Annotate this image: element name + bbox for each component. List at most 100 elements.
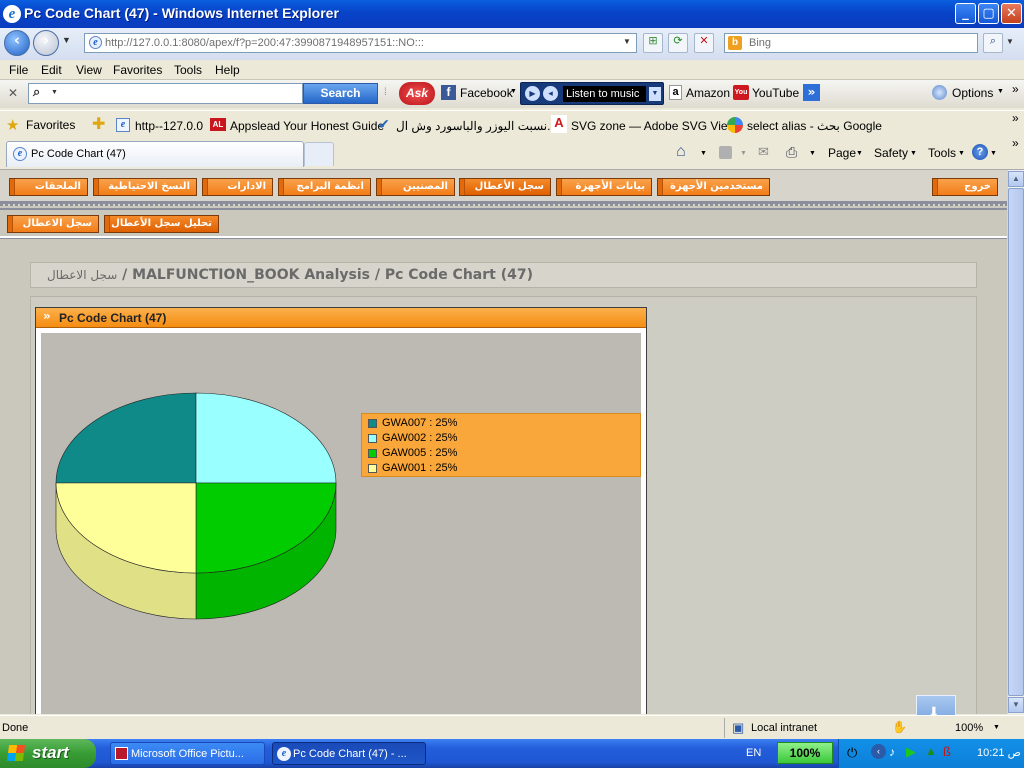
close-window-button[interactable]: ✕ [1001, 3, 1022, 24]
nav-tab-attachments[interactable]: الملحقات [9, 178, 88, 196]
scroll-down-icon[interactable]: ▼ [1008, 697, 1024, 713]
new-tab-button[interactable] [304, 142, 334, 166]
home-dropdown-icon[interactable]: ▼ [700, 150, 707, 157]
mail-icon[interactable]: ✉ [758, 144, 769, 160]
subtab-malfunction-analysis[interactable]: تحليل سجل الأعطال [104, 215, 219, 233]
nav-tab-malfunction-log[interactable]: سجل الأعطال [459, 178, 551, 196]
taskbar-item-ie-active[interactable]: e Pc Code Chart (47) - ... [272, 742, 426, 765]
taskbar-item-office-picture[interactable]: Microsoft Office Pictu... [110, 742, 265, 765]
fav-item-localhost[interactable]: http--127.0.0 [135, 119, 203, 133]
amazon-button[interactable]: Amazon [686, 86, 730, 100]
menu-favorites[interactable]: Favorites [113, 63, 162, 77]
youtube-button[interactable]: YouTube [752, 86, 799, 100]
fav-item-google[interactable]: select alias - بحث Google [747, 119, 882, 133]
add-favorite-icon[interactable]: ✚ [92, 114, 105, 134]
favorites-button[interactable]: Favorites [26, 118, 75, 132]
menu-view[interactable]: View [76, 63, 102, 77]
compat-view-icon[interactable]: ⊞ [643, 33, 663, 53]
facebook-button[interactable]: Facebook [460, 86, 513, 100]
facebook-dropdown-icon[interactable]: ▼ [510, 88, 517, 95]
safety-dropdown-icon[interactable]: ▼ [910, 150, 917, 157]
zoom-dropdown-icon[interactable]: ▼ [993, 724, 1000, 731]
play-icon[interactable]: ▶ [525, 86, 540, 101]
maximize-button[interactable]: ▢ [978, 3, 999, 24]
language-indicator[interactable]: EN [746, 747, 761, 759]
chart-region-header: » Pc Code Chart (47) [36, 308, 646, 328]
subtab-malfunction-log[interactable]: سجل الاعطال [7, 215, 99, 233]
toolbar-chevron-icon[interactable]: » [1012, 82, 1019, 96]
logout-button[interactable]: خروج [932, 178, 998, 196]
back-button[interactable]: ‹ [4, 30, 30, 56]
minimize-button[interactable]: _ [955, 3, 976, 24]
feeds-icon[interactable] [719, 146, 732, 159]
address-dropdown-icon[interactable]: ▼ [623, 37, 631, 46]
page-dropdown-icon[interactable]: ▼ [856, 150, 863, 157]
breadcrumb-analysis-link[interactable]: MALFUNCTION_BOOK Analysis [132, 267, 370, 283]
toolbar-search-input[interactable]: ⌕ ▼ [28, 83, 303, 104]
safety-menu-button[interactable]: Safety [874, 146, 908, 160]
tools-dropdown-icon[interactable]: ▼ [958, 150, 965, 157]
tray-expand-icon[interactable]: ‹ [871, 744, 886, 759]
play-tray-icon[interactable]: ▶ [906, 744, 916, 760]
status-bar: Done ▣ Local intranet ✋ 100% ▼ [0, 715, 1024, 739]
adobe-icon: A [551, 115, 567, 133]
toolbar-search-button[interactable]: Search [303, 83, 378, 104]
zoom-level[interactable]: 100% [955, 722, 983, 734]
nav-tab-technicians[interactable]: المصنيين [376, 178, 455, 196]
legend-label: GAW002 : 25% [382, 432, 458, 444]
search-options-icon[interactable]: ▼ [1006, 37, 1014, 46]
bluetooth-icon[interactable]: ß [943, 744, 951, 759]
listen-to-music-label[interactable]: Listen to music [563, 86, 646, 102]
pie-slice-gwa007[interactable] [55, 392, 197, 484]
address-input[interactable]: http://127.0.0.1:8080/apex/f?p=200:47:39… [84, 33, 637, 53]
search-input[interactable]: Bing [724, 33, 978, 53]
chart-region-title: Pc Code Chart (47) [59, 311, 167, 325]
toolbar-more-button[interactable]: » [803, 84, 820, 101]
menu-edit[interactable]: Edit [41, 63, 62, 77]
nav-tab-backups[interactable]: النسخ الاحتياطية [93, 178, 197, 196]
help-icon[interactable]: ? [972, 144, 988, 160]
fav-item-appslead[interactable]: Appslead Your Honest Guide [230, 119, 384, 133]
close-toolbar-icon[interactable]: ✕ [8, 86, 18, 100]
volume-icon[interactable]: ◂ [543, 86, 558, 101]
nav-tab-device-data[interactable]: بيانات الأجهزة [556, 178, 652, 196]
breadcrumb-root-link[interactable]: سجل الاعطال [47, 268, 117, 282]
menu-tools[interactable]: Tools [174, 63, 202, 77]
home-icon[interactable]: ⌂ [676, 143, 686, 161]
print-dropdown-icon[interactable]: ▼ [809, 150, 816, 157]
nav-tab-departments[interactable]: الادارات [202, 178, 273, 196]
history-dropdown-icon[interactable]: ▼ [62, 35, 71, 45]
menu-help[interactable]: Help [215, 63, 240, 77]
stop-icon[interactable]: ✕ [694, 33, 714, 53]
music-dropdown-icon[interactable]: ▼ [649, 87, 661, 101]
fav-item-svg-zone[interactable]: SVG zone — Adobe SVG Vie... [571, 119, 738, 133]
tools-menu-button[interactable]: Tools [928, 146, 956, 160]
fav-item-arabic-forum[interactable]: نسبت اليوزر والباسورد وش ال... [396, 119, 557, 133]
scroll-up-icon[interactable]: ▲ [1008, 171, 1024, 187]
pie-slice-gaw002[interactable] [195, 392, 337, 484]
command-chevron-icon[interactable]: » [1012, 136, 1019, 150]
network-icon[interactable]: ▲ [925, 744, 937, 758]
battery-indicator[interactable]: 100% [777, 742, 833, 764]
start-button[interactable]: start [0, 739, 96, 768]
vertical-scrollbar[interactable]: ▲ ▼ [1007, 170, 1024, 714]
refresh-icon[interactable]: ⟳ [668, 33, 688, 53]
search-go-icon[interactable]: ⌕ [983, 33, 1003, 53]
print-icon[interactable]: ⎙ [786, 144, 797, 161]
ask-logo-button[interactable]: Ask [399, 82, 435, 105]
protected-mode-icon[interactable]: ✋ [892, 720, 907, 734]
favorites-chevron-icon[interactable]: » [1012, 111, 1019, 125]
nav-tab-programs[interactable]: انظمة البرامج [278, 178, 371, 196]
tab-pc-code-chart[interactable]: e Pc Code Chart (47) [6, 141, 304, 167]
menu-file[interactable]: File [9, 63, 28, 77]
feeds-dropdown-icon[interactable]: ▼ [740, 150, 747, 157]
scroll-thumb[interactable] [1008, 188, 1024, 696]
volume-tray-icon[interactable]: ♪ [889, 745, 895, 759]
power-plug-icon[interactable]: ⏻ [847, 745, 857, 761]
options-button[interactable]: Options [952, 86, 993, 100]
help-dropdown-icon[interactable]: ▼ [990, 150, 997, 157]
nav-tab-device-users[interactable]: مستخدمين الأجهزة [657, 178, 770, 196]
options-dropdown-icon[interactable]: ▼ [997, 88, 1004, 95]
forward-button[interactable]: › [33, 30, 59, 56]
page-menu-button[interactable]: Page [828, 146, 856, 160]
